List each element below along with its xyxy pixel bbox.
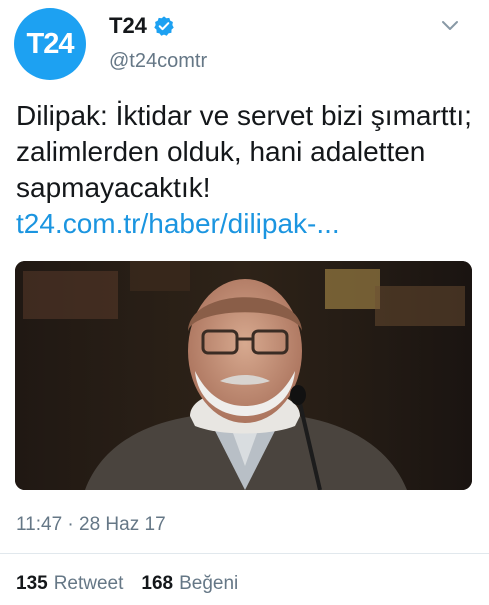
user-name-row: T24 <box>109 13 175 39</box>
tweet-timestamp[interactable]: 11:47 · 28 Haz 17 <box>16 514 166 536</box>
tweet-text: Dilipak: İktidar ve servet bizi şımarttı… <box>16 98 481 242</box>
tweet-photo[interactable] <box>15 261 472 490</box>
divider <box>0 553 489 554</box>
user-display-name[interactable]: T24 <box>109 13 147 39</box>
avatar-logo-text: T24 <box>26 27 75 60</box>
tweet-link[interactable]: t24.com.tr/haber/dilipak-... <box>16 206 481 242</box>
retweet-label: Retweet <box>53 573 124 594</box>
tweet-stats: 135 Retweet 168 Beğeni <box>16 573 256 595</box>
retweet-count: 135 <box>16 573 48 594</box>
verified-badge-icon <box>153 15 175 37</box>
avatar[interactable]: T24 <box>14 8 86 80</box>
chevron-down-icon[interactable] <box>440 18 460 34</box>
like-count: 168 <box>141 573 174 594</box>
like-label: Beğeni <box>179 573 239 594</box>
tweet-body: Dilipak: İktidar ve servet bizi şımarttı… <box>16 100 472 203</box>
user-handle[interactable]: @t24comtr <box>109 50 207 73</box>
retweet-stat[interactable]: 135 Retweet <box>16 573 123 595</box>
like-stat[interactable]: 168 Beğeni <box>141 573 238 595</box>
